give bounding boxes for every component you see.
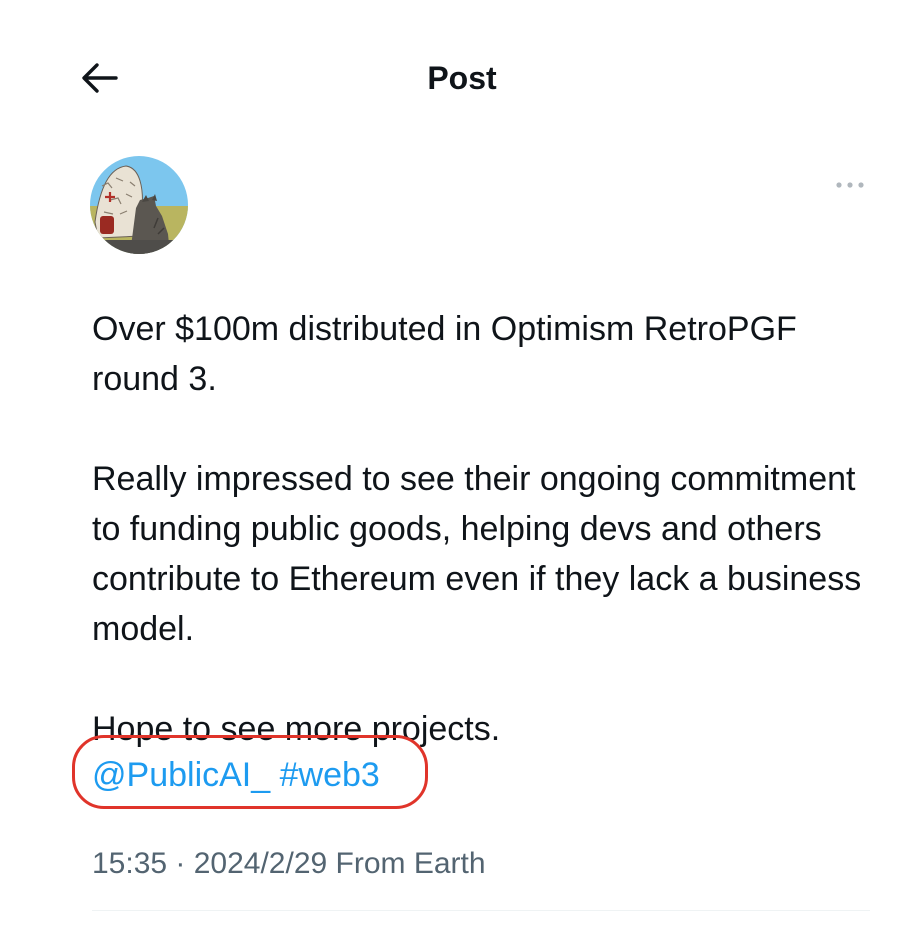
top-bar: Post <box>0 0 924 156</box>
post-paragraph: Really impressed to see their ongoing co… <box>92 460 862 648</box>
post-text: Over $100m distributed in Optimism Retro… <box>92 304 882 754</box>
avatar[interactable] <box>90 156 188 254</box>
post-paragraph: Over $100m distributed in Optimism Retro… <box>92 310 797 398</box>
more-options-button[interactable] <box>828 170 872 200</box>
hashtag-link[interactable]: #web3 <box>280 756 380 794</box>
post-timestamp: 15:35 · 2024/2/29 From Earth <box>92 847 486 880</box>
divider <box>92 910 870 911</box>
avatar-image <box>90 156 188 254</box>
mention-link[interactable]: @PublicAI_ <box>92 756 270 794</box>
more-horizontal-icon <box>836 182 864 188</box>
page-title: Post <box>427 60 497 96</box>
post-paragraph: Hope to see more projects. <box>92 710 501 748</box>
post-tags: @PublicAI_ #web3 <box>92 750 380 800</box>
